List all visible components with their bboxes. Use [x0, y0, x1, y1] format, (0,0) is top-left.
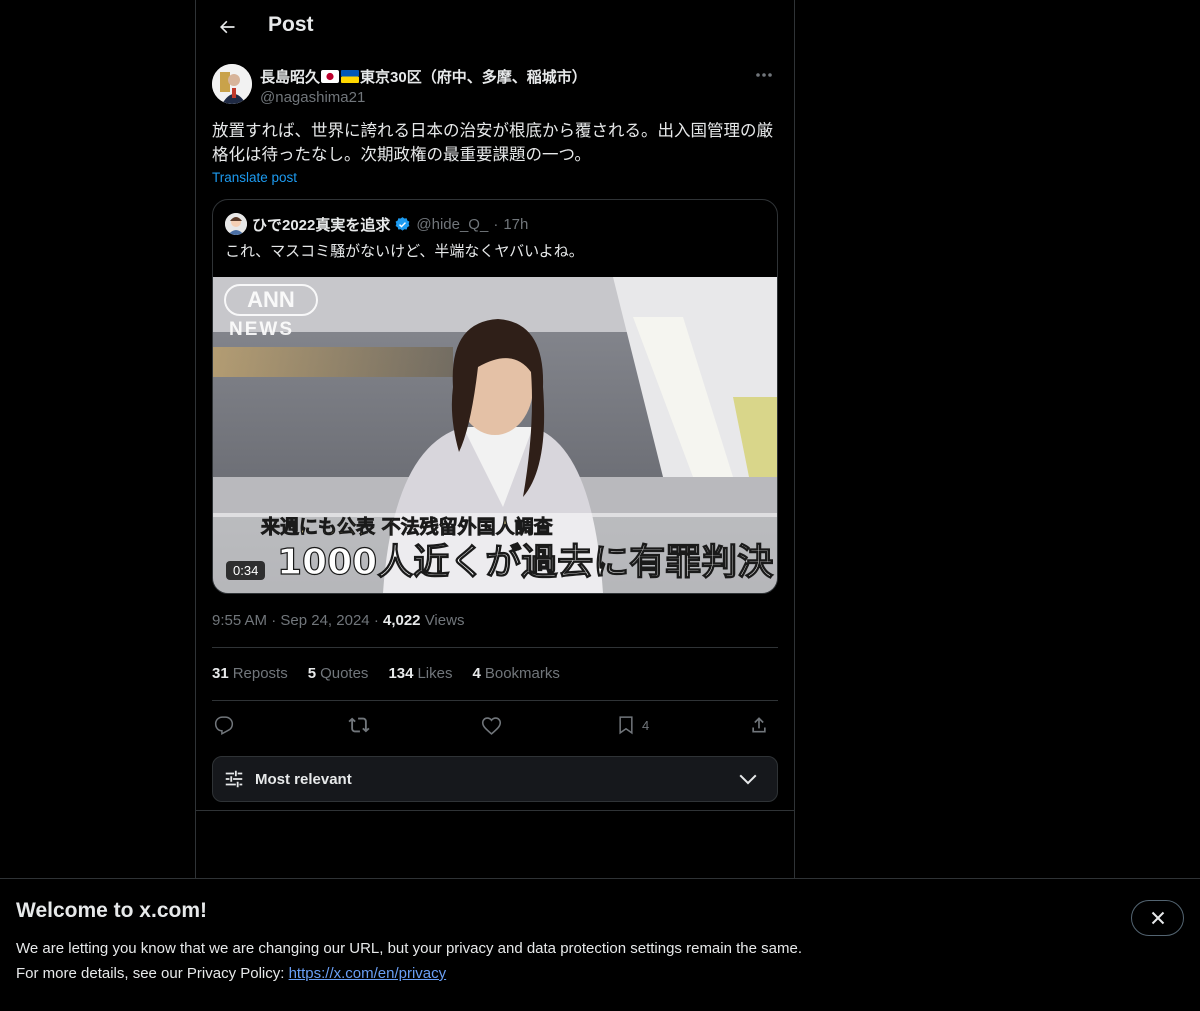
divider: [196, 810, 794, 811]
post-meta: 9:55 AM · Sep 24, 2024 · 4,022 Views: [212, 612, 464, 629]
quoted-post-time: 17h: [503, 215, 529, 233]
chevron-down-icon: [739, 774, 757, 785]
author-handle[interactable]: @nagashima21: [260, 89, 587, 106]
banner-title: Welcome to x.com!: [16, 899, 207, 922]
japan-flag-icon: [321, 70, 340, 83]
quoted-author-avatar: [225, 213, 247, 235]
more-button[interactable]: [750, 64, 778, 86]
views-count: 4,022: [382, 612, 421, 629]
channel-logo-bottom: NEWS: [229, 319, 294, 340]
views-label: Views: [424, 612, 465, 629]
video-thumbnail: ANN NEWS 来週にも公表 不法残留外国人調査 1000人近くが過去に有罪判…: [213, 277, 777, 593]
primary-column: Post 長島昭久 東京30区（府中、多摩、稲城市） @nagashima21 …: [195, 0, 795, 1011]
back-button[interactable]: [212, 12, 242, 42]
privacy-policy-link[interactable]: https://x.com/en/privacy: [289, 965, 447, 982]
sort-label: Most relevant: [255, 770, 352, 788]
divider: [212, 700, 778, 701]
video-player[interactable]: ANN NEWS 来週にも公表 不法残留外国人調査 1000人近くが過去に有罪判…: [213, 277, 777, 593]
bookmarks-stat[interactable]: 4 Bookmarks: [473, 665, 560, 682]
repost-icon: [348, 717, 370, 733]
filter-icon: [225, 770, 243, 788]
action-bar: 4: [212, 711, 778, 739]
url-change-banner: Welcome to x.com! We are letting you kno…: [0, 878, 1200, 1011]
translate-post-link[interactable]: Translate post: [212, 170, 297, 185]
quoted-author-handle: @hide_Q_: [416, 215, 489, 233]
post-date[interactable]: Sep 24, 2024: [280, 612, 369, 629]
close-banner-button[interactable]: [1131, 900, 1184, 936]
page-title: Post: [268, 13, 314, 36]
video-duration: 0:34: [226, 561, 266, 580]
bookmark-count: 4: [642, 717, 650, 733]
video-caption-large: 1000人近くが過去に有罪判決: [277, 542, 773, 583]
video-caption-small: 来週にも公表 不法残留外国人調査: [261, 515, 554, 538]
banner-line-2: For more details, see our Privacy Policy…: [16, 965, 289, 982]
like-icon: [481, 716, 502, 735]
post-stats: 31 Reposts 5 Quotes 134 Likes 4 Bookmarks: [212, 665, 580, 682]
dot-separator: ·: [373, 612, 379, 629]
ukraine-flag-icon: [341, 70, 360, 83]
banner-line-1: We are letting you know that we are chan…: [16, 940, 802, 957]
quoted-author-name: ひで2022真実を追求: [252, 216, 391, 234]
bookmark-icon: [619, 716, 633, 735]
reply-icon: [214, 716, 234, 735]
page-header: Post: [196, 0, 794, 54]
post-text: 放置すれば、世界に誇れる日本の治安が根底から覆される。出入国管理の厳格化は待った…: [212, 122, 773, 164]
bookmark-button[interactable]: 4: [616, 711, 649, 739]
reply-button[interactable]: [214, 711, 234, 739]
divider: [212, 647, 778, 648]
channel-logo-top: ANN: [247, 287, 295, 312]
more-icon: [756, 73, 772, 77]
share-button[interactable]: [749, 711, 769, 739]
repost-button[interactable]: [348, 711, 370, 739]
back-arrow-icon: [220, 20, 235, 34]
quotes-stat[interactable]: 5 Quotes: [308, 665, 369, 682]
author-name-text: 長島昭久: [260, 69, 321, 86]
share-icon: [752, 717, 766, 733]
post-author: 長島昭久 東京30区（府中、多摩、稲城市） @nagashima21: [212, 64, 587, 106]
author-name[interactable]: 長島昭久 東京30区（府中、多摩、稲城市）: [260, 66, 587, 87]
reply-sort-dropdown[interactable]: Most relevant: [212, 756, 778, 802]
author-avatar[interactable]: [212, 64, 252, 104]
quoted-post[interactable]: ひで2022真実を追求 @hide_Q_ · 17h これ、マスコミ騒がないけど…: [212, 199, 778, 594]
author-name-suffix: 東京30区（府中、多摩、稲城市）: [360, 69, 587, 86]
quoted-post-text: これ、マスコミ騒がないけど、半端なくヤバいよね。: [225, 243, 584, 260]
post-time[interactable]: 9:55 AM: [212, 612, 267, 629]
verified-badge-icon: [394, 216, 411, 233]
reposts-stat[interactable]: 31 Reposts: [212, 665, 288, 682]
dot-separator: ·: [271, 612, 277, 629]
banner-text: We are letting you know that we are chan…: [16, 936, 802, 986]
like-button[interactable]: [481, 711, 502, 739]
quoted-post-header: ひで2022真実を追求 @hide_Q_ · 17h: [225, 213, 528, 235]
likes-stat[interactable]: 134 Likes: [388, 665, 452, 682]
close-icon: [1151, 911, 1164, 925]
dot-separator: ·: [493, 215, 499, 233]
